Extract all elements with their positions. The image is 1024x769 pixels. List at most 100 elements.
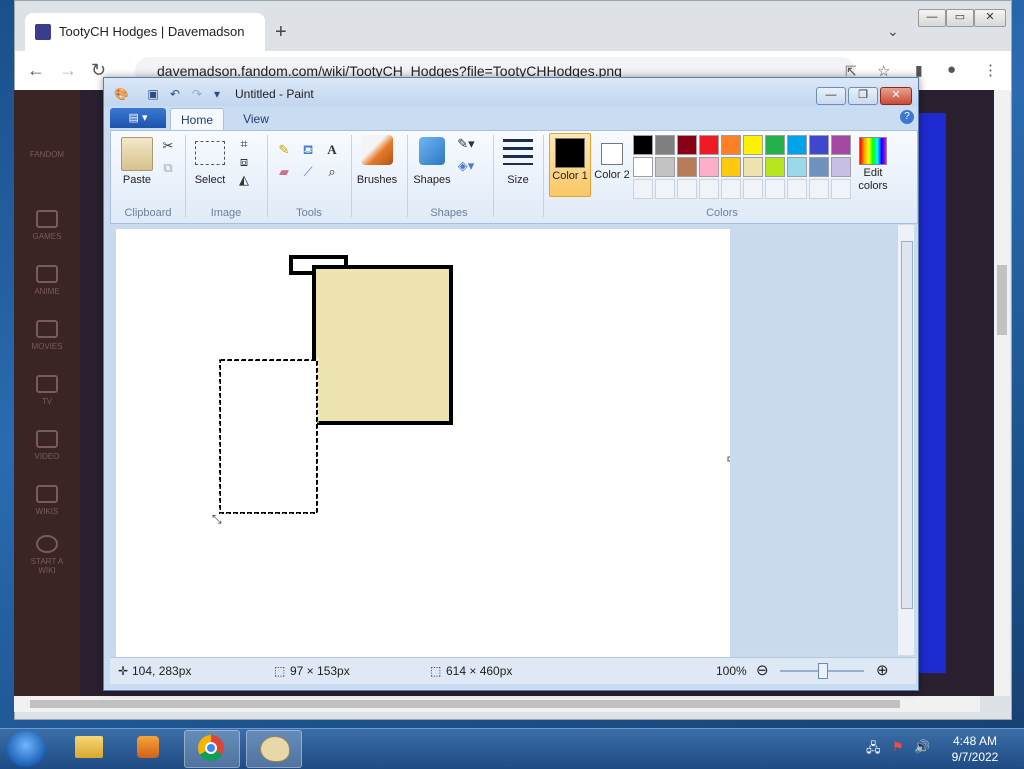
edit-colors-icon[interactable]	[859, 137, 887, 165]
copy-icon[interactable]: ⧉	[159, 159, 177, 177]
palette-swatch[interactable]	[831, 135, 851, 155]
paint-minimize-icon[interactable]: —	[816, 87, 846, 105]
zoom-in-icon[interactable]: ⊕	[876, 661, 889, 679]
sidebar-item-start-a-wiki[interactable]: START A WIKI	[22, 535, 72, 575]
size-button[interactable]: Size	[499, 174, 537, 186]
undo-icon[interactable]: ↶	[168, 87, 182, 101]
palette-swatch[interactable]	[831, 179, 851, 199]
rotate-icon[interactable]: ◭	[235, 171, 253, 189]
sidebar-item-games[interactable]: GAMES	[22, 210, 72, 241]
brushes-icon[interactable]	[361, 135, 393, 165]
edit-colors-button[interactable]: Edit colors	[851, 167, 895, 193]
page-hscroll-thumb[interactable]	[30, 700, 900, 708]
magnifier-icon[interactable]: ⌕	[323, 163, 341, 181]
select-button[interactable]: Select	[193, 174, 227, 186]
page-vertical-scrollbar[interactable]	[994, 90, 1010, 696]
tab-home[interactable]: Home	[170, 108, 224, 131]
palette-swatch[interactable]	[655, 157, 675, 177]
maximize-icon[interactable]: ▭	[946, 9, 974, 27]
palette-swatch[interactable]	[809, 179, 829, 199]
sidebar-item-anime[interactable]: ANIME	[22, 265, 72, 296]
fill-bucket-icon[interactable]: ⛾	[299, 141, 317, 159]
palette-swatch[interactable]	[765, 179, 785, 199]
tab-search-chevron-icon[interactable]: ⌄	[887, 23, 899, 40]
brushes-button[interactable]: Brushes	[353, 174, 401, 186]
palette-swatch[interactable]	[655, 135, 675, 155]
palette-swatch[interactable]	[831, 157, 851, 177]
palette-swatch[interactable]	[809, 135, 829, 155]
palette-swatch[interactable]	[633, 135, 653, 155]
palette-swatch[interactable]	[699, 135, 719, 155]
palette-swatch[interactable]	[699, 179, 719, 199]
save-icon[interactable]: ▣	[146, 87, 160, 101]
palette-swatch[interactable]	[677, 179, 697, 199]
fill-icon[interactable]: ◈▾	[457, 157, 475, 175]
taskbar-chrome[interactable]	[184, 730, 240, 768]
color1-button[interactable]: Color 1	[549, 133, 591, 197]
file-menu-button[interactable]: ▤ ▾	[110, 108, 166, 128]
palette-swatch[interactable]	[721, 157, 741, 177]
back-icon[interactable]: ←	[27, 60, 45, 81]
forward-icon[interactable]: →	[59, 60, 77, 81]
help-icon[interactable]: ?	[900, 110, 914, 124]
palette-swatch[interactable]	[633, 179, 653, 199]
taskbar-explorer[interactable]	[62, 730, 116, 766]
palette-swatch[interactable]	[765, 135, 785, 155]
palette-swatch[interactable]	[633, 157, 653, 177]
color2-button[interactable]: Color 2	[593, 133, 631, 195]
start-button[interactable]	[6, 731, 46, 767]
profile-icon[interactable]: ●	[947, 61, 956, 78]
customize-quick-access-icon[interactable]: ▾	[210, 87, 224, 101]
taskbar-paint[interactable]	[246, 730, 302, 768]
paste-button[interactable]: Paste	[121, 174, 153, 186]
size-icon[interactable]	[503, 139, 533, 165]
palette-swatch[interactable]	[765, 157, 785, 177]
palette-swatch[interactable]	[677, 135, 697, 155]
zoom-out-icon[interactable]: ⊖	[756, 661, 769, 679]
close-icon[interactable]: ✕	[974, 9, 1006, 27]
palette-swatch[interactable]	[743, 157, 763, 177]
paint-close-icon[interactable]: ✕	[880, 87, 912, 105]
sidebar-item-wikis[interactable]: WIKIS	[22, 485, 72, 516]
canvas-scroll-thumb[interactable]	[901, 241, 913, 609]
palette-swatch[interactable]	[721, 135, 741, 155]
sidebar-item-video[interactable]: VIDEO	[22, 430, 72, 461]
network-icon[interactable]: 🖧	[866, 739, 881, 761]
zoom-slider-thumb[interactable]	[818, 663, 828, 679]
pencil-icon[interactable]: ✎	[275, 141, 293, 159]
color-picker-icon[interactable]: ⟋	[299, 163, 317, 181]
menu-dots-icon[interactable]: ⋮	[983, 61, 998, 79]
new-tab-icon[interactable]: +	[275, 21, 287, 44]
palette-swatch[interactable]	[787, 135, 807, 155]
sidebar-item-tv[interactable]: TV	[22, 375, 72, 406]
minimize-icon[interactable]: —	[918, 9, 946, 27]
paint-restore-icon[interactable]: ❐	[848, 87, 878, 105]
palette-swatch[interactable]	[743, 135, 763, 155]
palette-swatch[interactable]	[787, 157, 807, 177]
redo-icon[interactable]: ↷	[190, 87, 204, 101]
action-center-flag-icon[interactable]: ⚑	[892, 739, 904, 755]
text-icon[interactable]: A	[323, 141, 341, 159]
palette-swatch[interactable]	[677, 157, 697, 177]
sidebar-item-movies[interactable]: MOVIES	[22, 320, 72, 351]
taskbar-media-player[interactable]	[122, 730, 176, 766]
paste-icon[interactable]	[121, 137, 153, 171]
palette-swatch[interactable]	[655, 179, 675, 199]
shapes-icon[interactable]	[419, 137, 445, 165]
palette-swatch[interactable]	[743, 179, 763, 199]
eraser-icon[interactable]: ▰	[275, 163, 293, 181]
drawing-canvas[interactable]: ⤡	[116, 229, 733, 659]
tab-view[interactable]: View	[230, 108, 282, 130]
palette-swatch[interactable]	[721, 179, 741, 199]
crop-icon[interactable]: ⌗	[235, 135, 253, 153]
fandom-label[interactable]: FANDOM	[22, 150, 72, 159]
resize-icon[interactable]: ⧈	[235, 153, 253, 171]
browser-tab[interactable]: TootyCH Hodges | Davemadson	[25, 13, 265, 51]
cut-icon[interactable]: ✂	[159, 137, 177, 155]
palette-swatch[interactable]	[699, 157, 719, 177]
shapes-button[interactable]: Shapes	[409, 174, 455, 186]
page-scroll-thumb[interactable]	[997, 265, 1007, 335]
volume-icon[interactable]: 🔊	[914, 739, 930, 755]
select-rect-icon[interactable]	[195, 141, 225, 165]
outline-icon[interactable]: ✎▾	[457, 135, 475, 153]
